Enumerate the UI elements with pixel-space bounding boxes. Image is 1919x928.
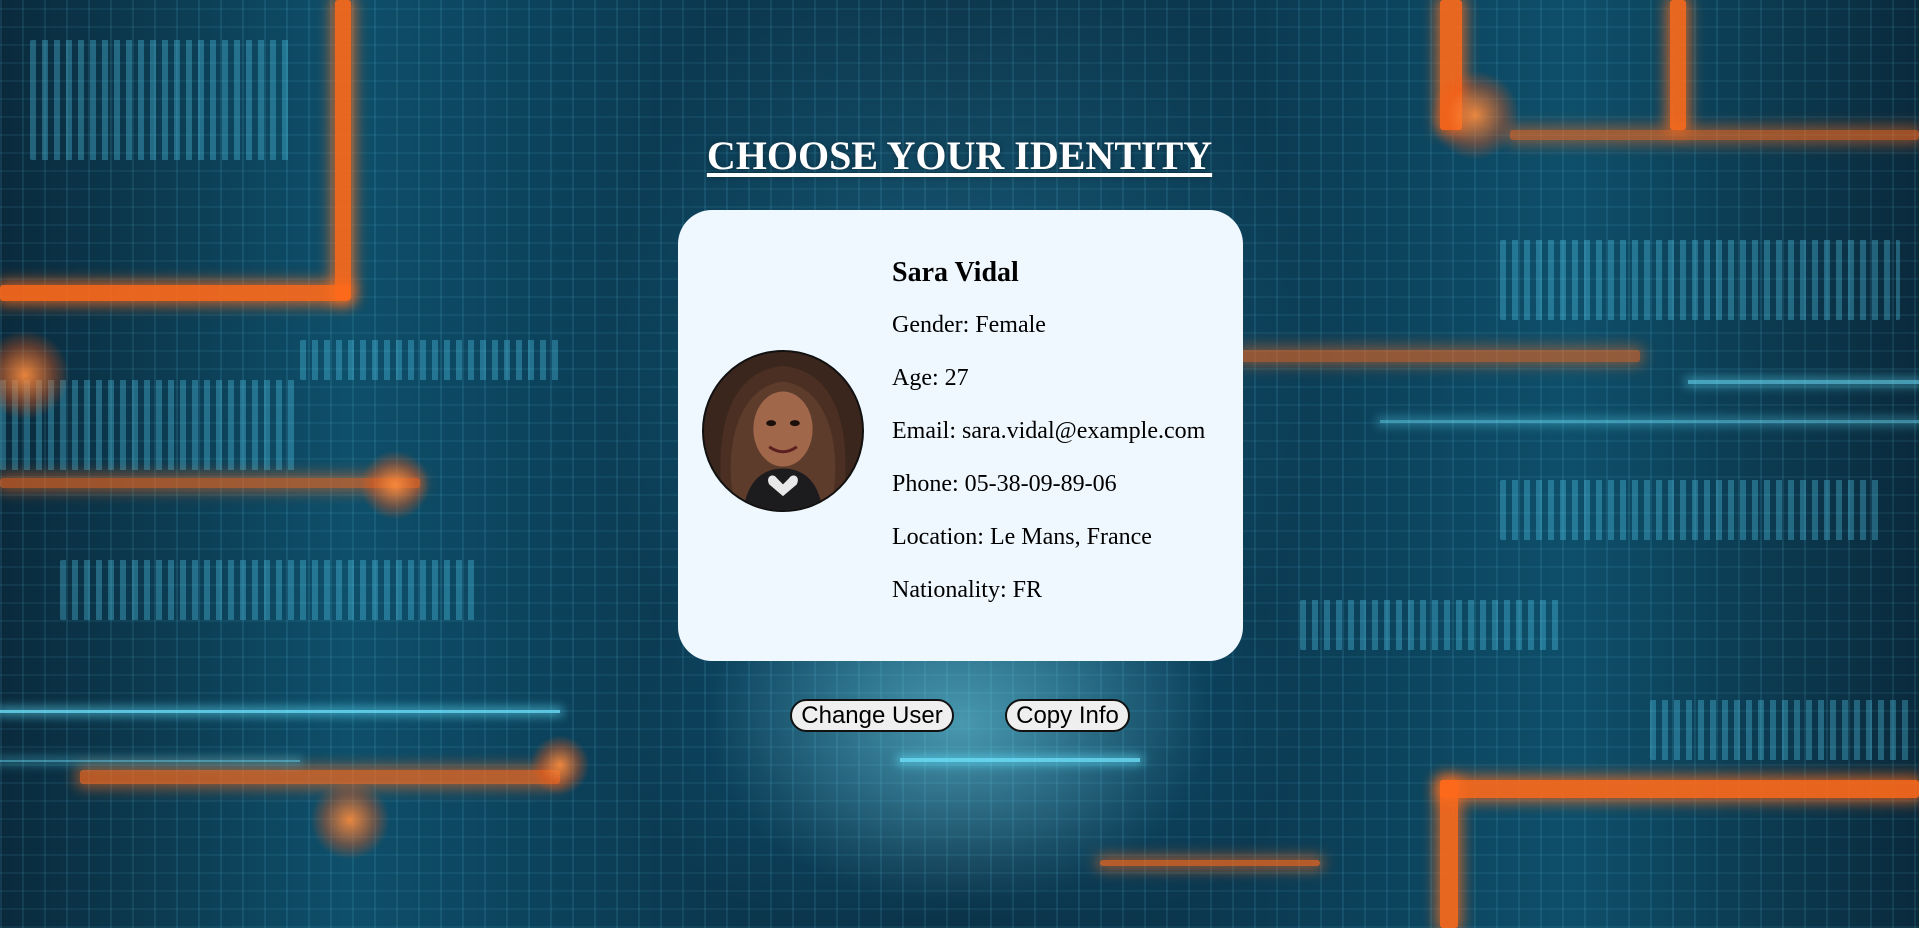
- neon-line-decoration: [1100, 860, 1320, 866]
- profile-nationality: Nationality: FR: [892, 577, 1042, 603]
- light-line-decoration: [900, 758, 1140, 762]
- profile-email: Email: sara.vidal@example.com: [892, 418, 1206, 444]
- neon-glow-decoration: [360, 450, 430, 520]
- light-line-decoration: [1380, 420, 1919, 423]
- neon-line-decoration: [0, 478, 420, 488]
- avatar: [702, 350, 864, 512]
- copy-info-button[interactable]: Copy Info: [1005, 699, 1130, 732]
- neon-line-decoration: [1440, 780, 1919, 798]
- server-rack-decoration: [1500, 480, 1880, 540]
- profile-age: Age: 27: [892, 365, 969, 391]
- neon-line-decoration: [1240, 350, 1640, 362]
- profile-gender: Gender: Female: [892, 312, 1046, 338]
- profile-phone: Phone: 05-38-09-89-06: [892, 471, 1117, 497]
- server-rack-decoration: [1650, 700, 1910, 760]
- page-title: CHOOSE YOUR IDENTITY: [706, 133, 1213, 178]
- user-photo-icon: [704, 352, 862, 510]
- change-user-button[interactable]: Change User: [790, 699, 954, 732]
- server-rack-decoration: [300, 340, 560, 380]
- neon-line-decoration: [1670, 0, 1686, 130]
- profile-location: Location: Le Mans, France: [892, 524, 1152, 550]
- neon-glow-decoration: [310, 780, 390, 860]
- server-rack-decoration: [60, 560, 480, 620]
- neon-line-decoration: [0, 285, 350, 301]
- profile-name: Sara Vidal: [892, 257, 1019, 288]
- profile-info: Sara Vidal Gender: Female Age: 27 Email:…: [892, 256, 1205, 629]
- light-line-decoration: [0, 760, 300, 762]
- neon-line-decoration: [80, 770, 560, 784]
- profile-card: Sara Vidal Gender: Female Age: 27 Email:…: [678, 210, 1243, 661]
- server-rack-decoration: [1300, 600, 1560, 650]
- server-rack-decoration: [1500, 240, 1900, 320]
- light-line-decoration: [1688, 380, 1919, 384]
- neon-glow-decoration: [530, 735, 590, 795]
- light-line-decoration: [0, 710, 560, 713]
- neon-line-decoration: [1440, 780, 1458, 928]
